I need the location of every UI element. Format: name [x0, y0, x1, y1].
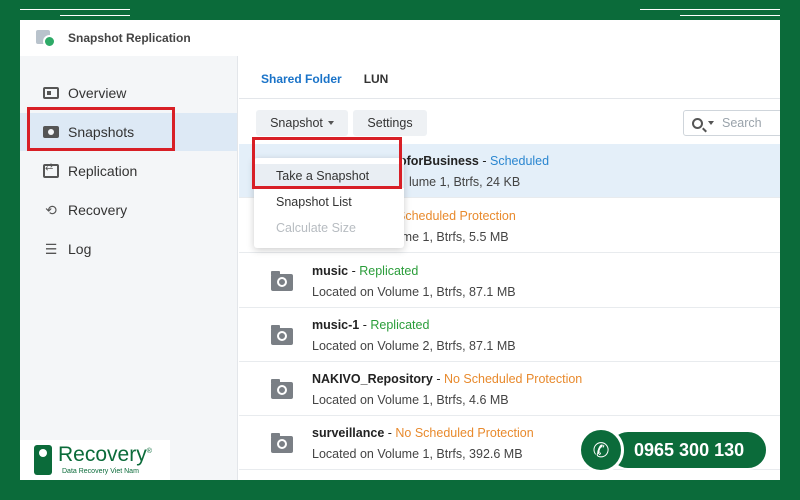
- row-location: Located on Volume 1, Btrfs, 4.6 MB: [312, 393, 509, 407]
- status-badge: Replicated: [370, 318, 430, 332]
- decor-line: [60, 15, 130, 16]
- row-location: lume 1, Btrfs, 24 KB: [409, 175, 521, 189]
- sidebar-item-replication[interactable]: Replication: [20, 152, 237, 190]
- status-badge: Replicated: [359, 264, 419, 278]
- row-location: Located on Volume 1, Btrfs, 87.1 MB: [312, 285, 516, 299]
- highlight-take-snapshot: [252, 137, 402, 189]
- phone-badge: ✆ 0965 300 130: [578, 427, 768, 473]
- snapshot-button-label: Snapshot: [270, 116, 323, 130]
- search-input[interactable]: Search: [683, 110, 780, 136]
- status-badge: No Scheduled Protection: [443, 372, 583, 386]
- status-badge: Scheduled Protection: [397, 209, 516, 223]
- chevron-down-icon: [327, 121, 334, 125]
- sidebar-item-label: Log: [68, 241, 92, 257]
- table-row[interactable]: NAKIVO_Repository - No Scheduled Protect…: [239, 362, 780, 416]
- logo-text: Recovery®: [58, 443, 152, 466]
- row-location: Located on Volume 1, Btrfs, 392.6 MB: [312, 447, 523, 461]
- row-name: music-1: [312, 318, 360, 332]
- folder-snapshot-icon: [271, 379, 293, 399]
- row-name: NAKIVO_Repository: [312, 372, 433, 386]
- snapshot-button[interactable]: Snapshot: [256, 110, 348, 136]
- search-icon: [692, 117, 703, 129]
- folder-snapshot-icon: [271, 271, 293, 291]
- toolbar: Snapshot Settings Search: [239, 108, 780, 138]
- recovery-logo: Recovery® Data Recovery Viet Nam: [20, 440, 192, 490]
- highlight-snapshots: [27, 107, 175, 151]
- status-badge: Scheduled: [490, 154, 550, 168]
- sidebar-item-label: Replication: [68, 163, 138, 179]
- app-window: Snapshot Replication Overview Snapshots …: [20, 20, 780, 480]
- decor-line: [20, 9, 130, 10]
- row-name: oforBusiness: [399, 154, 479, 168]
- title-bar: Snapshot Replication: [20, 20, 780, 56]
- phone-icon: ✆: [578, 427, 624, 473]
- status-badge: No Scheduled Protection: [395, 426, 534, 440]
- sidebar-item-label: Recovery: [68, 202, 128, 218]
- chevron-down-icon: [708, 121, 714, 125]
- table-row[interactable]: music-1 - Replicated Located on Volume 2…: [239, 308, 780, 362]
- sidebar-item-label: Overview: [68, 85, 127, 101]
- phone-number: 0965 300 130: [608, 430, 768, 470]
- snapshot-replication-app-icon: [36, 28, 58, 48]
- recovery-icon: ⟲: [45, 201, 57, 218]
- main-panel: Shared Folder LUN Snapshot Settings Sear…: [239, 56, 780, 480]
- decor-line: [640, 9, 780, 10]
- row-name: surveillance: [312, 426, 385, 440]
- menu-item-calculate-size: Calculate Size: [276, 221, 356, 235]
- search-placeholder: Search: [722, 116, 762, 130]
- settings-button[interactable]: Settings: [353, 110, 427, 136]
- row-location: Located on Volume 2, Btrfs, 87.1 MB: [312, 339, 516, 353]
- overview-icon: [42, 85, 60, 101]
- logo-mark-icon: [34, 445, 52, 475]
- row-name: music: [312, 264, 349, 278]
- sidebar-item-log[interactable]: ☰ Log: [20, 230, 237, 268]
- list-icon: ☰: [44, 240, 58, 257]
- logo-subtitle: Data Recovery Viet Nam: [62, 468, 139, 475]
- tab-shared-folder[interactable]: Shared Folder: [261, 72, 342, 98]
- tab-lun[interactable]: LUN: [364, 72, 389, 98]
- window-title: Snapshot Replication: [68, 31, 191, 45]
- folder-snapshot-icon: [271, 325, 293, 345]
- replication-icon: [42, 162, 60, 179]
- decor-line: [680, 15, 780, 16]
- sidebar-item-recovery[interactable]: ⟲ Recovery: [20, 191, 237, 229]
- table-row[interactable]: music - Replicated Located on Volume 1, …: [239, 254, 780, 308]
- menu-item-snapshot-list[interactable]: Snapshot List: [254, 190, 404, 214]
- tab-bar: Shared Folder LUN: [239, 56, 780, 99]
- folder-snapshot-icon: [271, 433, 293, 453]
